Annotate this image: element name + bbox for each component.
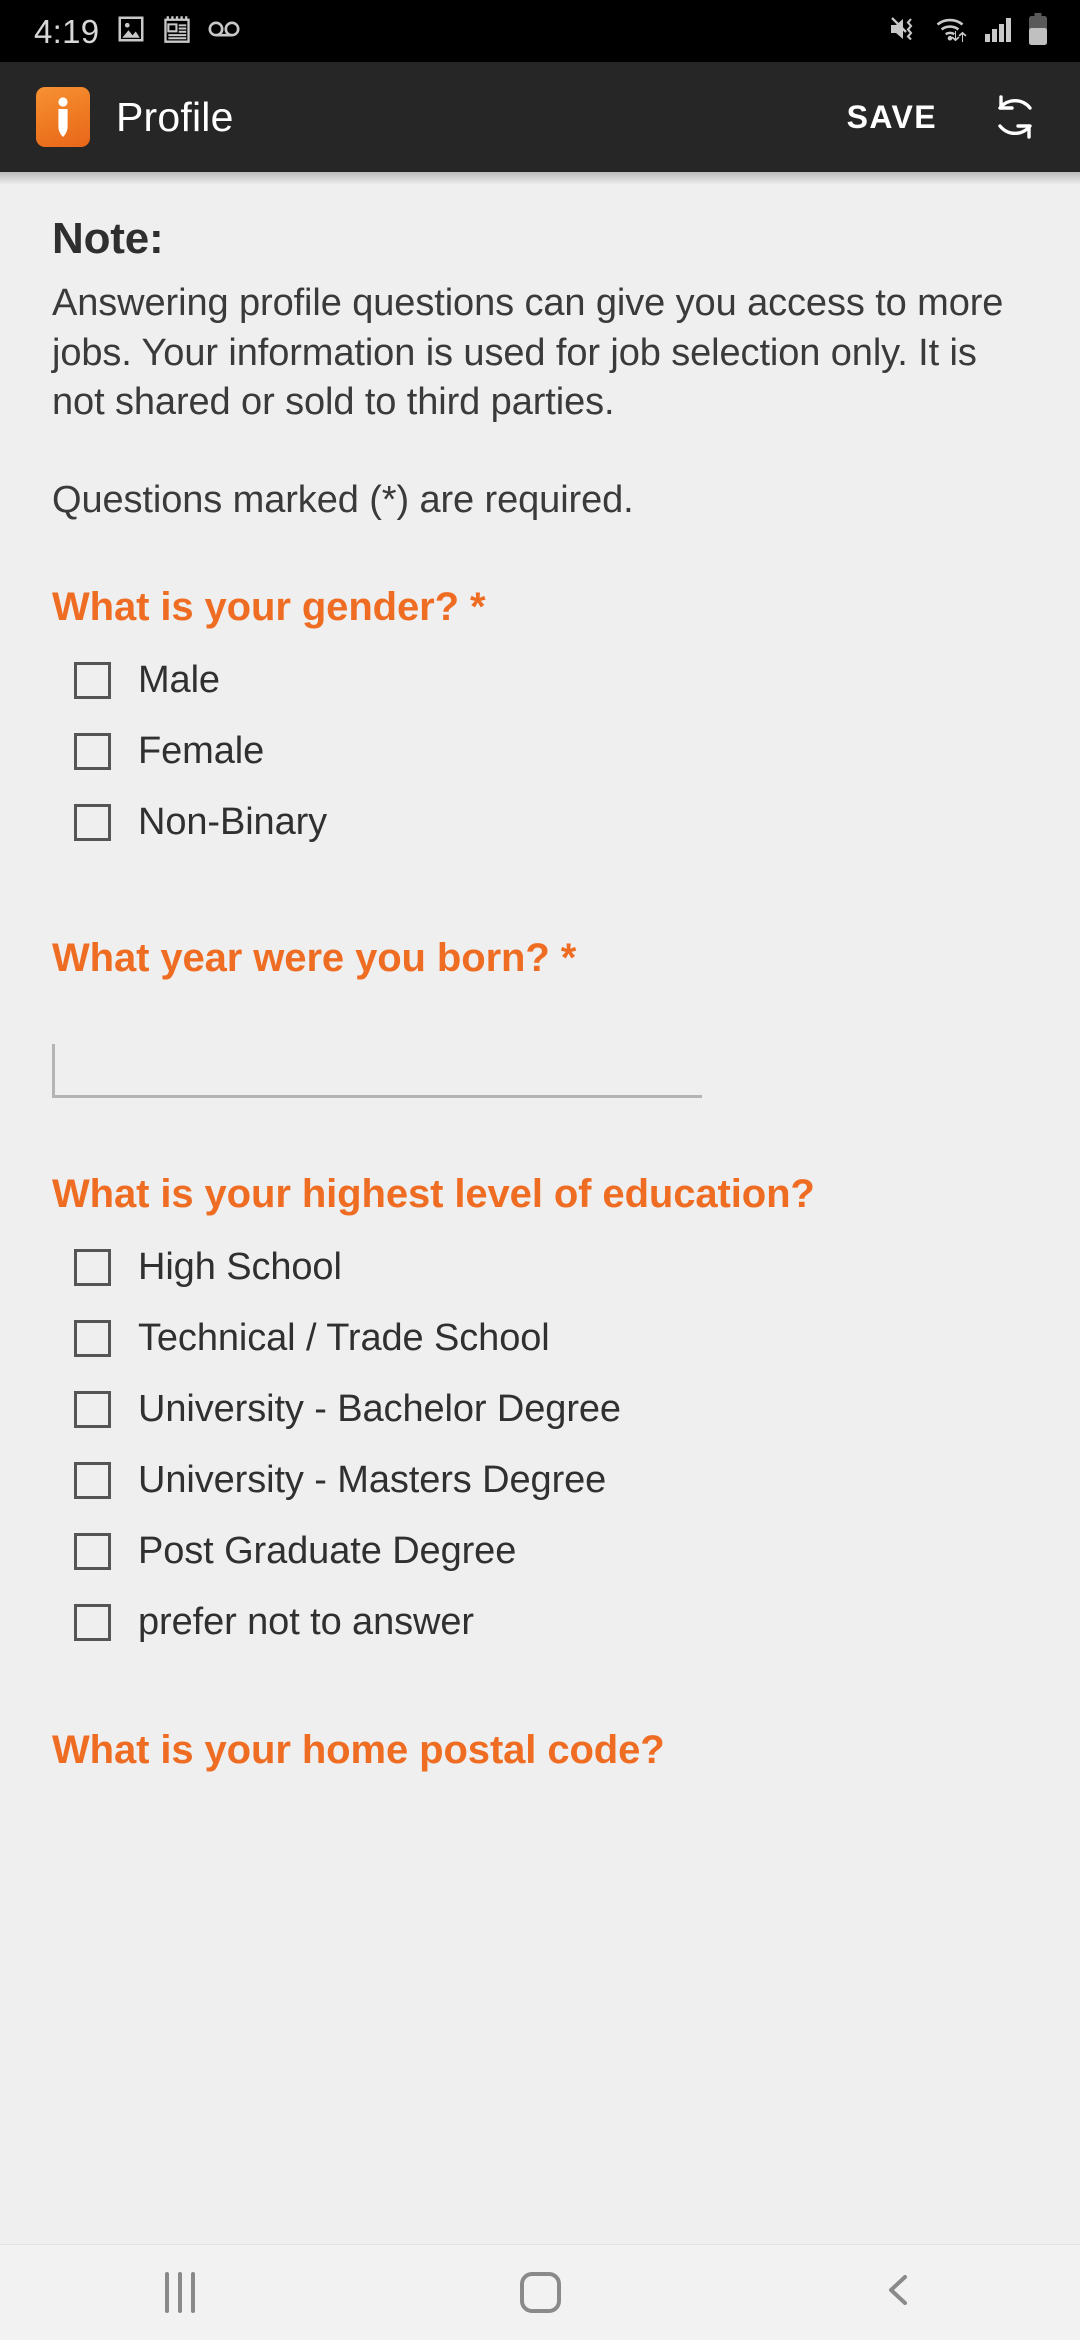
image-icon — [116, 14, 146, 49]
option-education-masters[interactable]: University - Masters Degree — [52, 1445, 1040, 1516]
status-bar: 4:19 — [0, 0, 1080, 62]
app-bar: Profile SAVE — [0, 62, 1080, 172]
back-button[interactable] — [820, 2245, 980, 2340]
wifi-transfer-icon — [935, 14, 971, 49]
cellular-signal-icon — [984, 14, 1015, 49]
back-icon — [878, 2268, 922, 2317]
checkbox-icon[interactable] — [74, 732, 111, 770]
checkbox-icon[interactable] — [74, 1532, 111, 1570]
checkbox-icon[interactable] — [74, 1603, 111, 1641]
news-calendar-icon — [163, 14, 191, 49]
birth-year-input[interactable] — [52, 1043, 702, 1098]
checkbox-icon[interactable] — [74, 803, 111, 841]
home-icon — [519, 2272, 561, 2313]
status-bar-left: 4:19 — [34, 14, 242, 49]
option-label: Non-Binary — [138, 800, 328, 843]
checkbox-icon[interactable] — [74, 661, 111, 699]
required-legend: Questions marked (*) are required. — [52, 478, 634, 521]
profile-form-scroll-area[interactable]: Note: Answering profile questions can gi… — [0, 172, 1080, 2244]
question-label-postal-code: What is your home postal code? — [52, 1727, 665, 1772]
option-label: University - Masters Degree — [138, 1458, 607, 1501]
option-label: Technical / Trade School — [138, 1316, 550, 1359]
status-clock: 4:19 — [34, 12, 100, 50]
save-button[interactable]: SAVE — [847, 99, 937, 136]
option-gender-male[interactable]: Male — [52, 645, 1040, 716]
option-education-post-graduate[interactable]: Post Graduate Degree — [52, 1516, 1040, 1587]
option-label: Post Graduate Degree — [138, 1529, 517, 1572]
option-label: High School — [138, 1245, 342, 1288]
option-education-bachelor[interactable]: University - Bachelor Degree — [52, 1374, 1040, 1445]
birth-year-field[interactable] — [52, 1043, 702, 1098]
recents-button[interactable] — [100, 2245, 260, 2340]
checkbox-icon[interactable] — [74, 1319, 111, 1357]
question-label-birth-year: What year were you born? * — [52, 935, 577, 980]
option-education-prefer-not-to-answer[interactable]: prefer not to answer — [52, 1587, 1040, 1658]
voicemail-icon — [208, 19, 242, 44]
option-education-high-school[interactable]: High School — [52, 1232, 1040, 1303]
recents-icon — [165, 2272, 195, 2313]
app-title: Profile — [116, 93, 234, 140]
indeed-i-logo-icon — [36, 87, 90, 147]
checkbox-icon[interactable] — [74, 1390, 111, 1428]
options-education: High School Technical / Trade School Uni… — [52, 1232, 1040, 1658]
option-gender-female[interactable]: Female — [52, 716, 1040, 787]
note-body: Answering profile questions can give you… — [52, 282, 1004, 423]
checkbox-icon[interactable] — [74, 1248, 111, 1286]
options-gender: Male Female Non-Binary — [52, 645, 1040, 858]
refresh-sync-icon[interactable] — [984, 86, 1046, 148]
question-label-education: What is your highest level of education? — [52, 1171, 815, 1216]
system-navigation-bar — [0, 2244, 1080, 2340]
option-gender-non-binary[interactable]: Non-Binary — [52, 787, 1040, 858]
battery-icon — [1028, 12, 1048, 50]
note-heading: Note: — [52, 214, 164, 263]
question-label-gender: What is your gender? * — [52, 584, 486, 629]
option-label: Male — [138, 658, 220, 701]
status-bar-right — [888, 12, 1048, 50]
phone-screen: 4:19 Profile SAVE Note: Answering profil… — [0, 0, 1080, 2340]
checkbox-icon[interactable] — [74, 1461, 111, 1499]
option-education-technical-trade[interactable]: Technical / Trade School — [52, 1303, 1040, 1374]
home-button[interactable] — [460, 2245, 620, 2340]
option-label: prefer not to answer — [138, 1600, 474, 1643]
mute-vibrate-icon — [888, 14, 922, 49]
option-label: University - Bachelor Degree — [138, 1387, 621, 1430]
option-label: Female — [138, 729, 265, 772]
